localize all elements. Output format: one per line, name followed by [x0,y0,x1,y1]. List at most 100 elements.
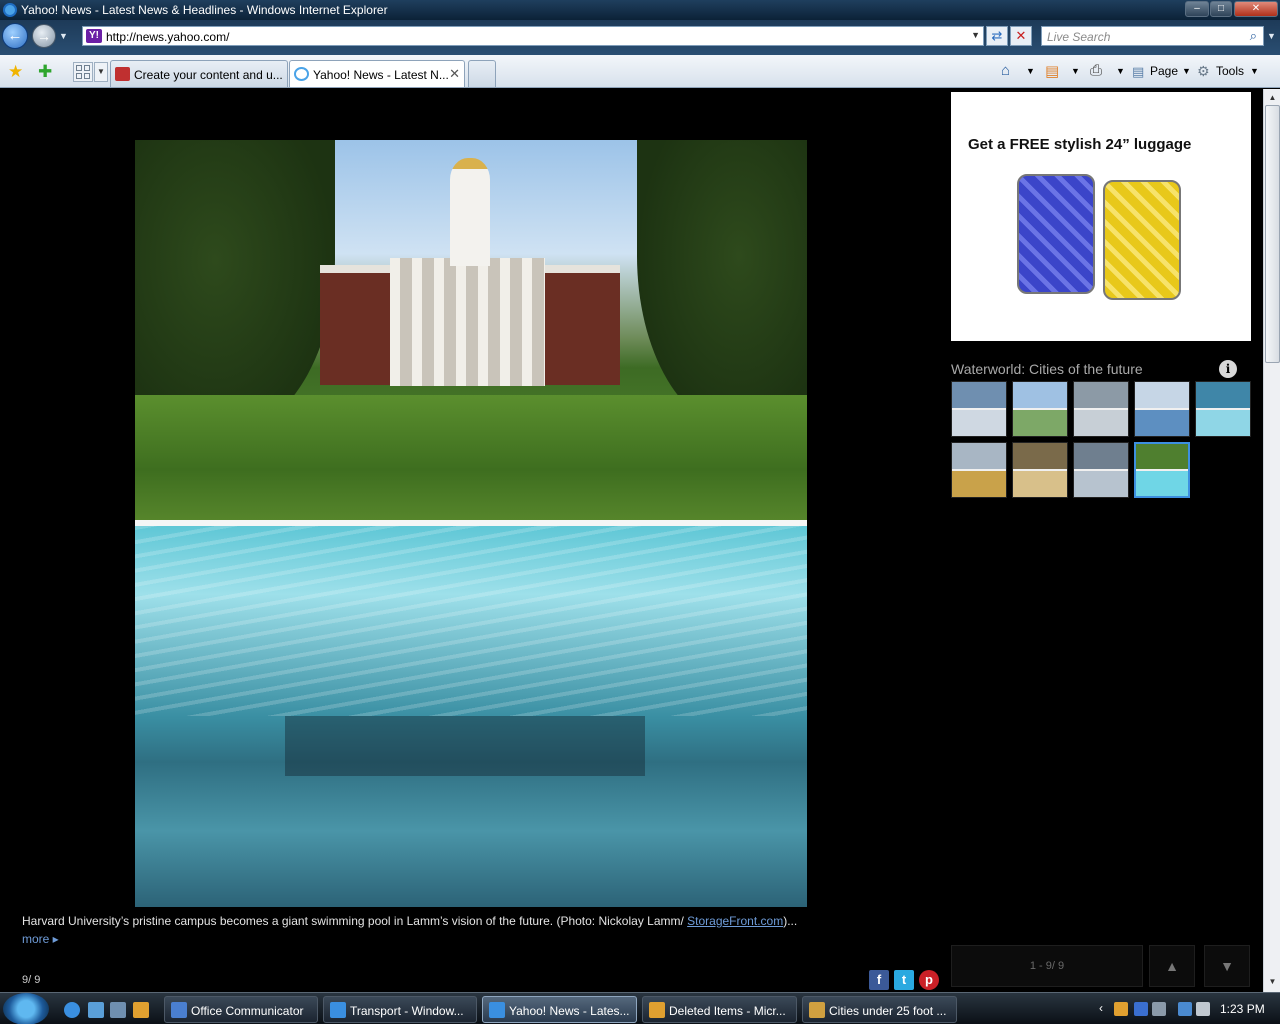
command-bar: ★ ✚ ▼ Create your content and u... Yahoo… [0,55,1280,88]
maximize-button[interactable]: □ [1210,1,1232,17]
gallery-thumbnail[interactable] [1195,381,1251,437]
photo-caption: Harvard University’s pristine campus bec… [22,914,922,928]
recent-pages-dropdown[interactable]: ▼ [59,31,68,41]
next-page-button[interactable]: ▼ [1204,945,1250,987]
taskbar-item[interactable]: Transport - Window... [323,996,477,1023]
switch-windows-icon[interactable] [110,1002,126,1018]
twitter-share-icon[interactable]: t [894,970,914,990]
address-url[interactable]: http://news.yahoo.com/ [106,30,229,44]
address-dropdown[interactable]: ▼ [971,30,980,40]
taskbar-item-label: Transport - Window... [350,1004,464,1018]
slideshow-photo[interactable] [135,140,807,907]
prev-page-button[interactable]: ▲ [1149,945,1195,987]
gallery-thumbnail[interactable] [1134,442,1190,498]
favorites-star-icon[interactable]: ★ [8,62,23,82]
gallery-thumbnail[interactable] [951,381,1007,437]
window-title: Yahoo! News - Latest News & Headlines - … [21,3,388,17]
pinterest-share-icon[interactable]: p [919,970,939,990]
page-menu[interactable]: Page [1150,64,1178,78]
search-icon[interactable]: ⌕ [1250,28,1257,44]
address-bar[interactable]: Y! http://news.yahoo.com/ ▼ [82,26,984,46]
taskbar-item[interactable]: Yahoo! News - Lates... [482,996,637,1023]
tray-expand-icon[interactable]: ‹ [1099,1001,1103,1015]
page-dropdown[interactable]: ▼ [1182,66,1191,76]
tab-list-button[interactable]: ▼ [94,62,108,82]
taskbar-item-label: Office Communicator [191,1004,304,1018]
gallery-thumbnail[interactable] [1073,381,1129,437]
back-button[interactable]: ← [2,23,28,49]
taskbar-item-label: Cities under 25 foot ... [829,1004,947,1018]
taskbar-item[interactable]: Office Communicator [164,996,318,1023]
title-bar: Yahoo! News - Latest News & Headlines - … [0,0,1280,20]
scroll-down-button[interactable]: ▼ [1266,975,1279,989]
luggage-ad[interactable]: Get a FREE stylish 24” luggage [951,92,1251,341]
tab-create-content[interactable]: Create your content and u... [110,60,288,87]
info-icon[interactable]: i [1219,360,1237,378]
taskbar-item[interactable]: Deleted Items - Micr... [642,996,797,1023]
gallery-thumbnail[interactable] [1012,381,1068,437]
caption-source-link[interactable]: StorageFront.com [687,914,783,928]
screen: Yahoo! News - Latest News & Headlines - … [0,0,1280,1024]
feeds-dropdown[interactable]: ▼ [1071,66,1080,76]
app-icon [171,1002,187,1018]
yahoo-favicon-icon: Y! [86,29,102,43]
taskbar: Office Communicator Transport - Window...… [0,992,1280,1024]
gallery-thumbnail[interactable] [1012,442,1068,498]
network-tray-icon[interactable] [1178,1002,1192,1016]
facebook-share-icon[interactable]: f [869,970,889,990]
print-dropdown[interactable]: ▼ [1116,66,1125,76]
gallery-thumbnail[interactable] [951,442,1007,498]
tab-label: Create your content and u... [134,68,283,82]
app-icon [330,1002,346,1018]
new-tab-button[interactable] [468,60,496,87]
gallery-thumbnail[interactable] [1134,381,1190,437]
tools-dropdown[interactable]: ▼ [1250,66,1259,76]
scroll-thumb[interactable] [1265,105,1280,363]
caption-tail: )... [783,914,798,928]
yellow-suitcase-image [1103,180,1181,300]
sync-tray-icon[interactable] [1152,1002,1166,1016]
flooded-campus-image [135,526,807,907]
print-icon[interactable]: ⎙ [1090,62,1102,79]
outlook-tray-icon[interactable] [1114,1002,1128,1016]
minimize-button[interactable]: – [1185,1,1209,17]
search-input[interactable]: Live Search [1047,30,1110,44]
stop-button[interactable]: ✕ [1010,26,1032,46]
taskbar-item-label: Yahoo! News - Lates... [509,1004,630,1018]
volume-tray-icon[interactable] [1196,1002,1210,1016]
page-icon [115,67,130,81]
show-desktop-icon[interactable] [88,1002,104,1018]
caption-text: Harvard University’s pristine campus bec… [22,914,688,928]
gallery-pager: 1 - 9/ 9 [951,945,1143,987]
more-link[interactable]: more ▸ [22,932,59,946]
home-icon[interactable]: ⌂ [1001,62,1010,79]
add-favorites-icon[interactable]: ✚ [38,62,52,82]
slide-counter: 9/ 9 [22,974,41,986]
tab-yahoo-news[interactable]: Yahoo! News - Latest N... ✕ [289,60,465,87]
home-dropdown[interactable]: ▼ [1026,66,1035,76]
feeds-icon[interactable]: ▤ [1045,62,1059,80]
refresh-button[interactable]: ⇄ [986,26,1008,46]
communicator-tray-icon[interactable] [1134,1002,1148,1016]
clock[interactable]: 1:23 PM [1220,1002,1265,1016]
app-icon [649,1002,665,1018]
outlook-quicklaunch-icon[interactable] [133,1002,149,1018]
navigation-bar: ← → ▼ Y! http://news.yahoo.com/ ▼ ⇄ ✕ Li… [0,20,1280,55]
start-button[interactable] [3,993,49,1024]
ie-quicklaunch-icon[interactable] [64,1002,80,1018]
tools-menu[interactable]: Tools [1216,64,1244,78]
scroll-up-button[interactable]: ▲ [1266,91,1279,105]
ad-title: Get a FREE stylish 24” luggage [968,136,1192,153]
quick-tabs-button[interactable] [73,62,93,82]
search-box[interactable]: Live Search ⌕ [1041,26,1264,46]
forward-button[interactable]: → [32,24,56,48]
vertical-scrollbar[interactable]: ▲ ▼ [1263,89,1280,992]
close-tab-icon[interactable]: ✕ [449,66,460,82]
gallery-thumbnail[interactable] [1073,442,1129,498]
close-window-button[interactable]: ✕ [1234,1,1278,17]
ie-logo-icon [3,3,17,17]
taskbar-item[interactable]: Cities under 25 foot ... [802,996,957,1023]
search-options-dropdown[interactable]: ▼ [1267,31,1276,41]
page-content: Harvard University’s pristine campus bec… [0,89,1263,992]
tab-label: Yahoo! News - Latest N... [313,68,449,82]
